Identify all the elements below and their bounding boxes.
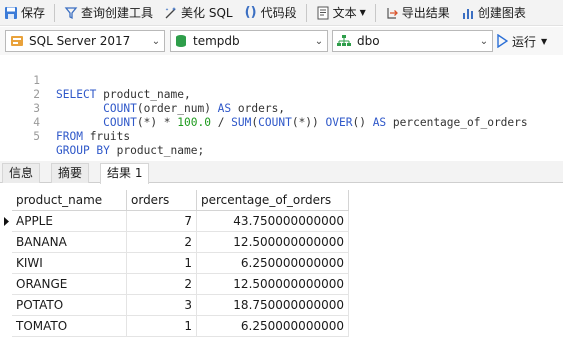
- code-line: 1 SELECT product_name,: [0, 60, 190, 101]
- table-cell[interactable]: 2: [127, 274, 197, 295]
- query-builder-icon: [63, 5, 79, 21]
- main-toolbar: 保存 查询创建工具 美化 SQL () 代码段 文本 ▼ 导出结果 创建图表: [0, 0, 563, 26]
- toolbar-divider: [54, 3, 56, 22]
- table-cell[interactable]: 6.250000000000: [197, 316, 349, 337]
- table-cell[interactable]: 12.500000000000: [197, 274, 349, 295]
- connection-bar: SQL Server 2017 ⌄ tempdb ⌄ dbo ⌄ 运行 ▼: [0, 27, 563, 55]
- save-icon: [3, 5, 19, 21]
- server-select[interactable]: SQL Server 2017 ⌄: [5, 30, 165, 52]
- chevron-down-icon: ▼: [541, 36, 548, 46]
- table-cell[interactable]: KIWI: [12, 253, 127, 274]
- toolbar-divider: [305, 3, 307, 22]
- schema-icon: [337, 35, 351, 47]
- column-header-product-name[interactable]: product_name: [12, 190, 127, 211]
- save-button[interactable]: 保存: [0, 2, 48, 24]
- chevron-down-icon: ⌄: [479, 35, 489, 47]
- beautify-icon: [163, 5, 179, 21]
- current-row-indicator-icon: [0, 211, 12, 232]
- table-cell[interactable]: 1: [127, 253, 197, 274]
- text-icon: [315, 5, 331, 21]
- chevron-down-icon: ⌄: [151, 35, 161, 47]
- table-cell[interactable]: 2: [127, 232, 197, 253]
- server-icon: [10, 34, 24, 48]
- snippet-icon: (): [244, 5, 257, 20]
- beautify-sql-button[interactable]: 美化 SQL: [160, 2, 236, 24]
- code-line: 3 COUNT(*) * 100.0 / SUM(COUNT(*)) OVER(…: [0, 88, 527, 129]
- schema-select[interactable]: dbo ⌄: [332, 30, 493, 52]
- result-tabs: 信息 摘要 结果 1: [0, 161, 563, 184]
- column-header-orders[interactable]: orders: [127, 190, 197, 211]
- export-results-button[interactable]: 导出结果: [381, 2, 453, 24]
- table-cell[interactable]: BANANA: [12, 232, 127, 253]
- table-cell[interactable]: 3: [127, 295, 197, 316]
- code-line: 5 GROUP BY product_name;: [0, 116, 204, 157]
- database-select[interactable]: tempdb ⌄: [170, 30, 328, 52]
- table-cell[interactable]: 12.500000000000: [197, 232, 349, 253]
- table-cell[interactable]: 6.250000000000: [197, 253, 349, 274]
- run-icon: [496, 34, 508, 48]
- sql-editor[interactable]: 1 SELECT product_name, 2 COUNT(order_num…: [0, 56, 563, 160]
- table-cell[interactable]: APPLE: [12, 211, 127, 232]
- database-icon: [175, 34, 187, 48]
- text-mode-button[interactable]: 文本 ▼: [312, 2, 369, 24]
- code-snippet-button[interactable]: () 代码段: [240, 2, 300, 24]
- query-builder-button[interactable]: 查询创建工具: [60, 2, 156, 24]
- result-grid: product_name orders percentage_of_orders…: [0, 184, 563, 339]
- table-cell[interactable]: TOMATO: [12, 316, 127, 337]
- table-cell[interactable]: 18.750000000000: [197, 295, 349, 316]
- run-button[interactable]: 运行 ▼: [496, 30, 547, 52]
- create-chart-button[interactable]: 创建图表: [457, 2, 529, 24]
- tab-result-1[interactable]: 结果 1: [100, 163, 150, 184]
- table-cell[interactable]: 7: [127, 211, 197, 232]
- chevron-down-icon: ▼: [359, 8, 366, 17]
- export-icon: [384, 5, 400, 21]
- chevron-down-icon: ⌄: [314, 35, 324, 47]
- line-number: 5: [33, 130, 40, 143]
- toolbar-divider: [374, 3, 376, 22]
- table-cell[interactable]: 43.750000000000: [197, 211, 349, 232]
- tab-info[interactable]: 信息: [2, 163, 41, 183]
- column-header-percentage[interactable]: percentage_of_orders: [197, 190, 349, 211]
- chart-icon: [460, 5, 476, 21]
- tab-summary[interactable]: 摘要: [51, 163, 90, 183]
- table-cell[interactable]: POTATO: [12, 295, 127, 316]
- code-line: 2 COUNT(order_num) AS orders,: [0, 74, 285, 115]
- code-line: 4 FROM fruits: [0, 102, 130, 143]
- table-cell[interactable]: 1: [127, 316, 197, 337]
- table-cell[interactable]: ORANGE: [12, 274, 127, 295]
